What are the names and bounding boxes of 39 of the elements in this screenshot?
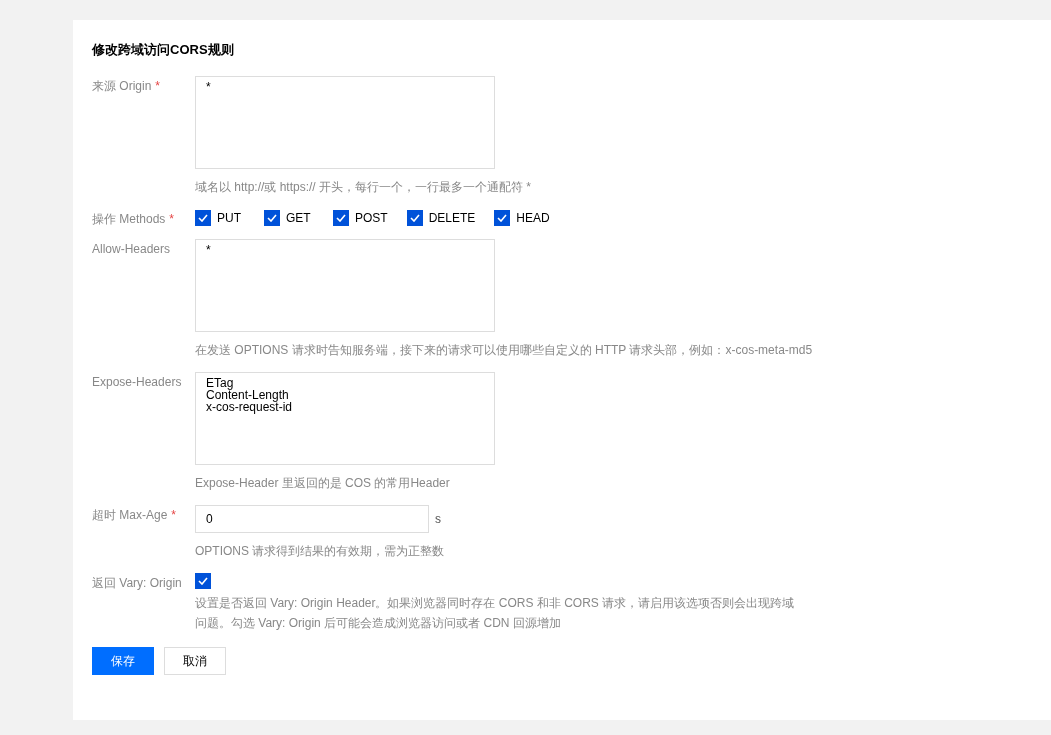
check-icon xyxy=(267,213,277,222)
hint-text: Expose-Header 里返回的是 COS 的常用Header xyxy=(195,474,451,492)
unit-label: s xyxy=(435,510,441,527)
required-mark: * xyxy=(155,78,160,93)
hint-text: OPTIONS 请求得到结果的有效期，需为正整数 xyxy=(195,542,445,560)
checkbox[interactable] xyxy=(494,209,511,226)
check-icon xyxy=(336,213,346,222)
field-label: 超时 Max-Age xyxy=(92,507,168,522)
checkbox[interactable] xyxy=(264,209,280,226)
number-field[interactable]: 0 xyxy=(195,504,429,533)
hint-text: 设置是否返回 Vary: Origin Header。如果浏览器同时存在 CORS 和非 CORS 请求，请启用该选项否则会出现跨域问题。勾选 Vary: Origin 后可能会造成浏览器访问或者 CDN 回源增加 xyxy=(195,594,796,632)
check-icon xyxy=(198,576,208,585)
required-mark: * xyxy=(169,211,175,226)
form-title: 修改跨域访问CORS规则 xyxy=(92,41,235,59)
hint-text: 域名以 http://或 https:// 开头，每行一个，一行最多一个通配符 * xyxy=(195,178,532,196)
save-button[interactable]: 保存 xyxy=(92,646,154,675)
checkbox-label: GET xyxy=(286,209,311,226)
checkbox[interactable] xyxy=(195,572,211,589)
checkbox-label: DELETE xyxy=(428,209,476,226)
required-mark: * xyxy=(171,507,177,522)
field-label: Allow-Headers xyxy=(92,241,171,256)
checkbox-label: POST xyxy=(355,209,388,226)
field-label: 来源 Origin xyxy=(92,78,152,93)
check-icon xyxy=(409,213,420,222)
checkbox[interactable] xyxy=(406,209,423,226)
cancel-button[interactable]: 取消 xyxy=(164,646,226,675)
check-icon xyxy=(198,213,208,222)
text-area[interactable]: ETag Content-Length x-cos-request-id xyxy=(195,371,495,465)
text-area[interactable]: * xyxy=(195,75,495,169)
hint-text: 在发送 OPTIONS 请求时告知服务端，接下来的请求可以使用哪些自定义的 HTTP 请求头部，例如：x-cos-meta-md5 xyxy=(195,341,813,359)
text-area[interactable]: * xyxy=(195,238,495,332)
checkbox[interactable] xyxy=(333,209,349,226)
field-label: 返回 Vary: Origin xyxy=(92,575,182,590)
field-label: Expose-Headers xyxy=(92,374,182,389)
check-icon xyxy=(497,213,508,222)
checkbox-label: HEAD xyxy=(516,209,550,226)
field-label: 操作 Methods xyxy=(92,211,166,226)
checkbox-label: PUT xyxy=(217,209,241,226)
checkbox[interactable] xyxy=(195,209,211,226)
